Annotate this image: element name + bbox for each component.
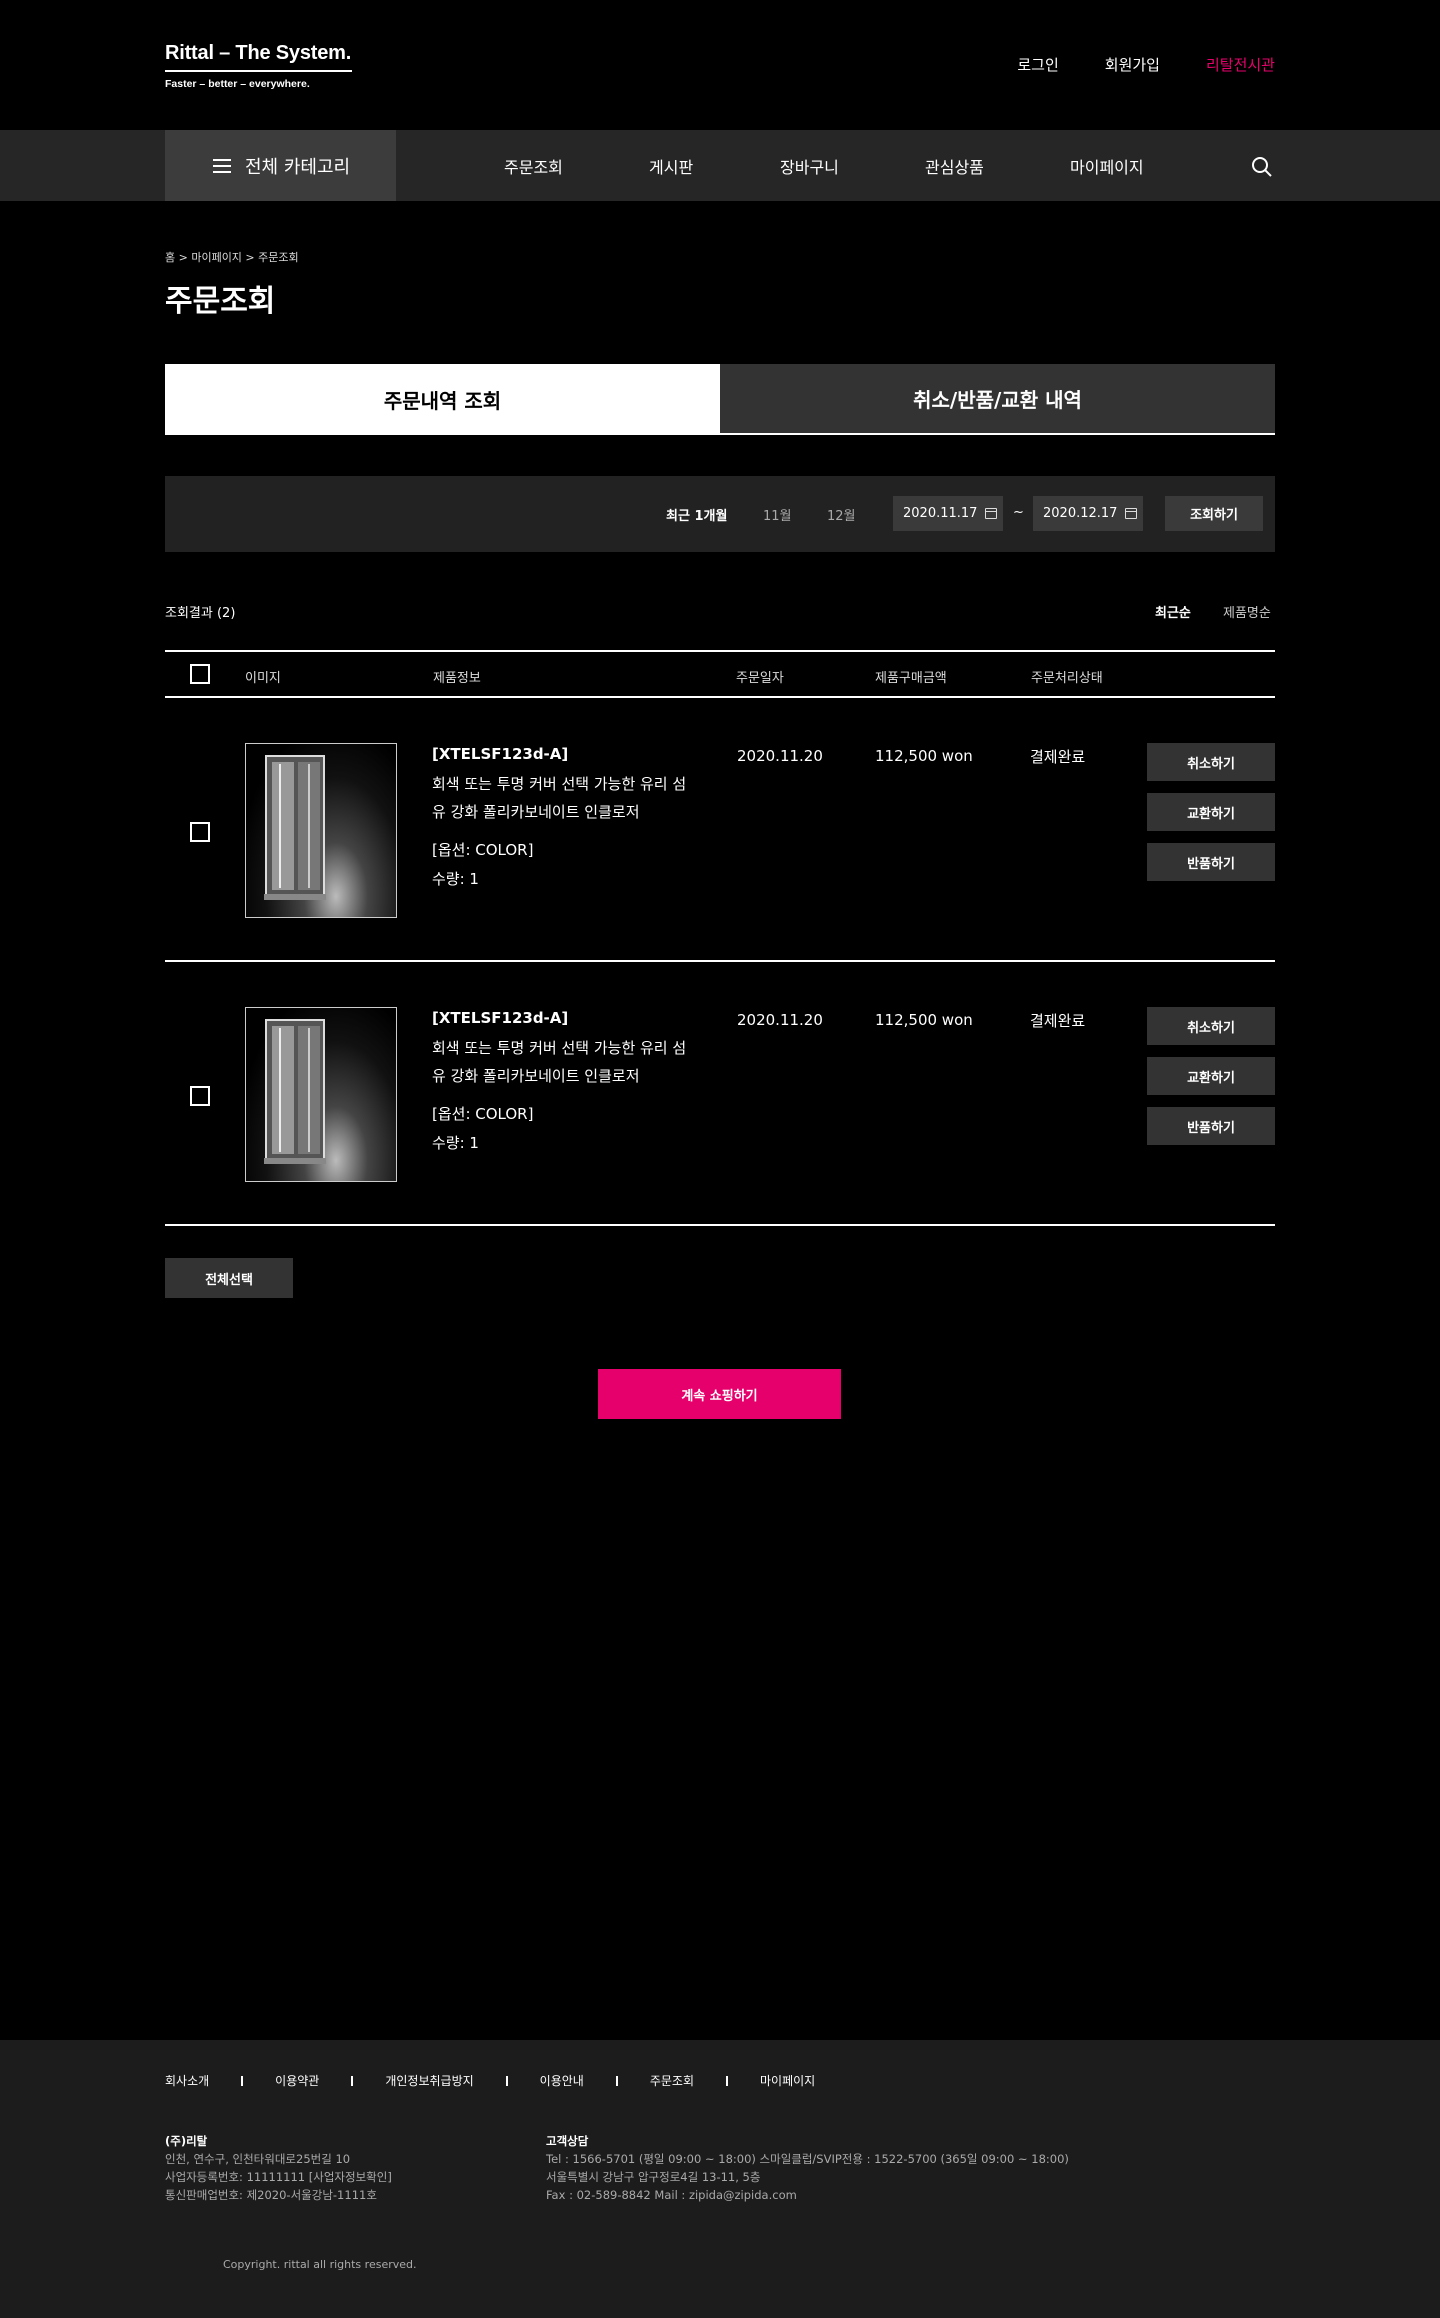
select-all-button[interactable]: 전체선택 — [165, 1258, 293, 1298]
company-mail-order-number: 통신판매업번호: 제2020-서울강남-1111호 — [165, 2188, 377, 2202]
showroom-link[interactable]: 리탈전시관 — [1206, 54, 1275, 75]
column-header-status: 주문처리상태 — [1031, 671, 1103, 686]
footer-divider — [615, 2075, 618, 2086]
footer-link-mypage[interactable]: 마이페이지 — [760, 2072, 815, 2089]
column-header-product: 제품정보 — [433, 671, 481, 686]
product-option: [옵션: COLOR] — [432, 841, 534, 859]
footer-links: 회사소개 이용약관 개인정보취급방지 이용안내 주문조회 마이페이지 — [165, 2072, 815, 2089]
product-option: [옵션: COLOR] — [432, 1105, 534, 1123]
return-order-button[interactable]: 반품하기 — [1147, 843, 1275, 881]
copyright: Copyright. rittal all rights reserved. — [223, 2258, 417, 2271]
footer-link-privacy[interactable]: 개인정보취급방지 — [385, 2072, 473, 2089]
order-status: 결제완료 — [1030, 1012, 1086, 1030]
calendar-icon — [1125, 508, 1138, 519]
company-name: (주)리탈 — [165, 2134, 208, 2148]
cancel-order-button[interactable]: 취소하기 — [1147, 743, 1275, 781]
period-december[interactable]: 12월 — [827, 505, 856, 524]
result-count: 조회결과 (2) — [165, 606, 236, 621]
footer-divider — [351, 2075, 354, 2086]
date-filter-bar: 최근 1개월 11월 12월 2020.11.17 ~ 2020.12.17 조… — [165, 476, 1275, 552]
table-row: [XTELSF123d-A] 회색 또는 투명 커버 선택 가능한 유리 섬유 … — [165, 962, 1275, 1226]
hamburger-icon — [213, 158, 231, 173]
exchange-order-button[interactable]: 교환하기 — [1147, 1057, 1275, 1095]
order-date: 2020.11.20 — [737, 1011, 823, 1029]
support-address: 서울특별시 강남구 압구정로4길 13-11, 5층 — [546, 2170, 761, 2184]
product-image[interactable] — [245, 1007, 397, 1182]
row-checkbox[interactable] — [190, 822, 210, 842]
support-title: 고객상담 — [546, 2134, 589, 2148]
order-date: 2020.11.20 — [737, 747, 823, 765]
continue-shopping-button[interactable]: 계속 쇼핑하기 — [598, 1369, 841, 1419]
login-link[interactable]: 로그인 — [1017, 54, 1058, 75]
product-image[interactable] — [245, 743, 397, 918]
cancel-order-button[interactable]: 취소하기 — [1147, 1007, 1275, 1045]
date-from-field[interactable]: 2020.11.17 — [893, 496, 1003, 531]
product-name[interactable]: 회색 또는 투명 커버 선택 가능한 유리 섬유 강화 폴리카보네이트 인클로저 — [432, 770, 692, 826]
footer-link-orders[interactable]: 주문조회 — [650, 2072, 694, 2089]
search-button[interactable]: 조회하기 — [1165, 496, 1263, 531]
product-quantity: 수량: 1 — [432, 1134, 479, 1152]
product-code[interactable]: [XTELSF123d-A] — [432, 1009, 568, 1027]
product-name[interactable]: 회색 또는 투명 커버 선택 가능한 유리 섬유 강화 폴리카보네이트 인클로저 — [432, 1034, 692, 1090]
nav-item-order-lookup[interactable]: 주문조회 — [504, 154, 563, 178]
tab-order-history[interactable]: 주문내역 조회 — [165, 364, 720, 435]
page-title: 주문조회 — [165, 284, 276, 319]
footer-divider — [505, 2075, 508, 2086]
date-to-field[interactable]: 2020.12.17 — [1033, 496, 1143, 531]
order-price: 112,500 won — [875, 747, 973, 765]
breadcrumb: 홈 > 마이페이지 > 주문조회 — [165, 251, 299, 264]
nav-item-mypage[interactable]: 마이페이지 — [1070, 154, 1144, 178]
exchange-order-button[interactable]: 교환하기 — [1147, 793, 1275, 831]
period-last-month[interactable]: 최근 1개월 — [666, 505, 727, 524]
cabinet-image — [264, 755, 326, 900]
column-header-price: 제품구매금액 — [875, 671, 947, 686]
tab-cancel-return-exchange[interactable]: 취소/반품/교환 내역 — [720, 364, 1275, 435]
all-category-label: 전체 카테고리 — [245, 156, 351, 178]
company-registration: 사업자등록번호: 11111111 [사업자정보확인] — [165, 2170, 392, 2184]
footer-divider — [726, 2075, 729, 2086]
all-category-button[interactable]: 전체 카테고리 — [165, 130, 396, 201]
order-tabs: 주문내역 조회 취소/반품/교환 내역 — [165, 364, 1275, 435]
nav-item-wishlist[interactable]: 관심상품 — [925, 154, 984, 178]
nav-item-cart[interactable]: 장바구니 — [780, 154, 839, 178]
date-from-value: 2020.11.17 — [903, 506, 978, 521]
company-address: 인천, 연수구, 인천타워대로25번길 10 — [165, 2152, 351, 2166]
date-to-value: 2020.12.17 — [1043, 506, 1118, 521]
rittal-logo[interactable]: Rittal – The System. Faster – better – e… — [165, 42, 352, 90]
column-header-date: 주문일자 — [736, 671, 784, 686]
top-header: Rittal – The System. Faster – better – e… — [0, 0, 1440, 130]
product-quantity: 수량: 1 — [432, 870, 479, 888]
calendar-icon — [985, 508, 998, 519]
row-checkbox[interactable] — [190, 1086, 210, 1106]
table-header: 이미지 제품정보 주문일자 제품구매금액 주문처리상태 — [165, 650, 1275, 698]
header-checkbox[interactable] — [190, 664, 210, 684]
support-phone: Tel : 1566-5701 (평일 09:00 ~ 18:00) 스마일클럽… — [546, 2152, 1069, 2166]
table-row: [XTELSF123d-A] 회색 또는 투명 커버 선택 가능한 유리 섬유 … — [165, 698, 1275, 962]
order-status: 결제완료 — [1030, 748, 1086, 766]
logo-main-text: Rittal – The System. — [165, 42, 352, 72]
search-icon[interactable] — [1251, 156, 1273, 178]
cabinet-image — [264, 1019, 326, 1164]
signup-link[interactable]: 회원가입 — [1105, 54, 1160, 75]
sort-recent[interactable]: 최근순 — [1155, 602, 1191, 621]
top-links: 로그인 회원가입 리탈전시관 — [1017, 54, 1275, 75]
footer-link-company[interactable]: 회사소개 — [165, 2072, 209, 2089]
date-separator: ~ — [1013, 505, 1024, 520]
footer-link-guide[interactable]: 이용안내 — [540, 2072, 584, 2089]
return-order-button[interactable]: 반품하기 — [1147, 1107, 1275, 1145]
sort-by-name[interactable]: 제품명순 — [1223, 602, 1271, 621]
footer-support-info: 고객상담 Tel : 1566-5701 (평일 09:00 ~ 18:00) … — [546, 2132, 1069, 2204]
support-fax-mail: Fax : 02-589-8842 Mail : zipida@zipida.c… — [546, 2188, 797, 2202]
footer-company-info: (주)리탈 인천, 연수구, 인천타워대로25번길 10 사업자등록번호: 11… — [165, 2132, 392, 2204]
column-header-image: 이미지 — [245, 671, 281, 686]
footer: 회사소개 이용약관 개인정보취급방지 이용안내 주문조회 마이페이지 (주)리탈… — [0, 2040, 1440, 2318]
nav-item-board[interactable]: 게시판 — [649, 154, 693, 178]
product-code[interactable]: [XTELSF123d-A] — [432, 745, 568, 763]
footer-divider — [241, 2075, 244, 2086]
period-november[interactable]: 11월 — [763, 505, 792, 524]
order-price: 112,500 won — [875, 1011, 973, 1029]
logo-tagline: Faster – better – everywhere. — [165, 78, 310, 90]
footer-link-terms[interactable]: 이용약관 — [275, 2072, 319, 2089]
main-navbar: 전체 카테고리 주문조회 게시판 장바구니 관심상품 마이페이지 — [0, 130, 1440, 201]
